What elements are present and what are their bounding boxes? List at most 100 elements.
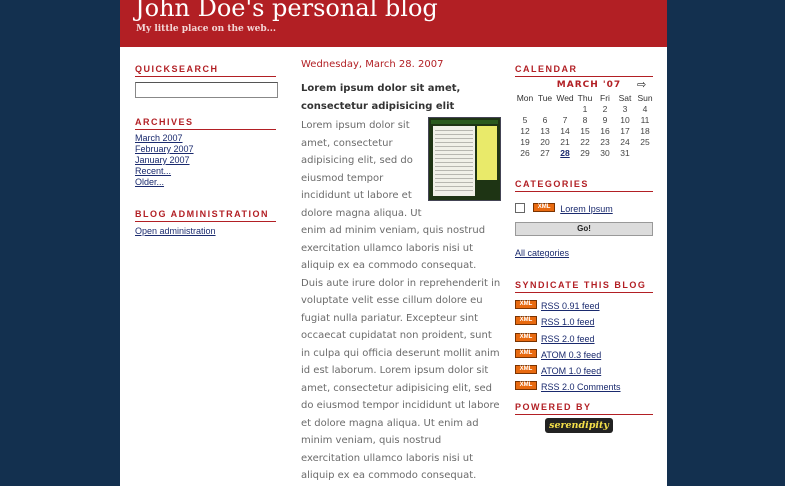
calendar-month: MARCH '07 (556, 80, 622, 90)
calendar-day: 14 (560, 125, 570, 136)
calendar-day-link[interactable]: 28 (555, 147, 575, 158)
calendar-day: 21 (560, 136, 570, 147)
thumbnail-sidebar (477, 126, 497, 180)
syndicate-feed-item: XML RSS 2.0 feed (515, 330, 621, 346)
calendar-weekday: Thu (577, 92, 593, 103)
calendar-day: 1 (582, 103, 588, 114)
archive-link-march-2007[interactable]: March 2007 (135, 133, 194, 144)
calendar-weekday: Wed (556, 92, 574, 103)
archives-list: March 2007 February 2007 January 2007 Re… (135, 133, 194, 188)
calendar-day: 16 (600, 125, 610, 136)
syndicate-feed-link[interactable]: RSS 1.0 feed (541, 317, 595, 327)
archive-link-recent[interactable]: Recent... (135, 166, 194, 177)
arrow-right-icon[interactable]: ⇨ (637, 78, 646, 91)
syndicate-list: XML RSS 0.91 feed XML RSS 1.0 feed XML RSS 2.… (515, 297, 621, 395)
syndicate-feed-link[interactable]: RSS 2.0 feed (541, 334, 595, 344)
entry-title[interactable]: Lorem ipsum dolor sit amet, consectetur … (301, 80, 501, 116)
calendar-day: 10 (620, 114, 630, 125)
calendar-grid: Mon Tue Wed Thu Fri Sat Sun 1 2 3 4 5 6 7 8 9 10 11 12 13 1… (515, 92, 655, 158)
syndicate-feed-item: XML ATOM 1.0 feed (515, 362, 621, 378)
calendar-day (515, 103, 535, 114)
calendar-day: 25 (640, 136, 650, 147)
calendar-day (535, 103, 555, 114)
calendar-day: 24 (620, 136, 630, 147)
calendar-day: 6 (542, 114, 548, 125)
calendar-day: 12 (520, 125, 530, 136)
calendar-day: 19 (520, 136, 530, 147)
calendar-day: 27 (540, 147, 550, 158)
archive-link-january-2007[interactable]: January 2007 (135, 155, 194, 166)
powered-by-heading: POWERED BY (515, 402, 653, 415)
xml-feed-icon[interactable]: XML (515, 332, 537, 342)
calendar-day: 2 (602, 103, 608, 114)
entry-body: Lorem ipsum dolor sit amet, consectetur … (301, 117, 501, 485)
calendar-heading: CALENDAR (515, 64, 653, 77)
syndicate-feed-item: XML RSS 2.0 Comments (515, 378, 621, 394)
category-link-lorem-ipsum[interactable]: Lorem Ipsum (560, 204, 613, 214)
syndicate-feed-item: XML ATOM 0.3 feed (515, 346, 621, 362)
blog-title[interactable]: John Doe's personal blog (135, 0, 438, 22)
calendar-weekday: Tue (537, 92, 553, 103)
quicksearch-heading: QUICKSEARCH (135, 64, 276, 77)
archives-heading: ARCHIVES (135, 117, 276, 130)
calendar-day: 4 (642, 103, 648, 114)
blog-header: John Doe's personal blog My little place… (120, 0, 667, 47)
calendar-day: 9 (602, 114, 608, 125)
syndicate-feed-link[interactable]: RSS 2.0 Comments (541, 382, 621, 392)
quicksearch-input[interactable] (135, 82, 278, 98)
syndicate-feed-item: XML RSS 0.91 feed (515, 297, 621, 313)
calendar-day: 22 (580, 136, 590, 147)
xml-feed-icon[interactable]: XML (515, 348, 537, 358)
calendar-day: 15 (580, 125, 590, 136)
calendar-day (555, 103, 575, 114)
calendar-day: 26 (520, 147, 530, 158)
all-categories-link[interactable]: All categories (515, 248, 569, 258)
calendar-day: 3 (622, 103, 628, 114)
thumbnail-header (431, 120, 498, 124)
calendar-day: 18 (640, 125, 650, 136)
calendar-day: 23 (600, 136, 610, 147)
archive-link-older[interactable]: Older... (135, 177, 194, 188)
archive-link-february-2007[interactable]: February 2007 (135, 144, 194, 155)
xml-feed-icon[interactable]: XML (515, 365, 537, 375)
syndicate-feed-item: XML RSS 1.0 feed (515, 313, 621, 329)
go-button[interactable]: Go! (515, 222, 653, 236)
calendar-weekday: Sun (637, 92, 653, 103)
calendar-day: 5 (522, 114, 528, 125)
calendar-day: 8 (582, 114, 588, 125)
category-item: XML Lorem Ipsum (515, 197, 613, 216)
syndicate-feed-link[interactable]: ATOM 1.0 feed (541, 366, 601, 376)
calendar-week: 5 6 7 8 9 10 11 (515, 114, 655, 125)
calendar-weekday: Fri (600, 92, 610, 103)
blog-description: My little place on the web... (136, 24, 277, 34)
syndicate-feed-link[interactable]: ATOM 0.3 feed (541, 350, 601, 360)
xml-feed-icon[interactable]: XML (515, 381, 537, 391)
syndicate-feed-link[interactable]: RSS 0.91 feed (541, 301, 600, 311)
page-content: John Doe's personal blog My little place… (120, 0, 667, 486)
entry-thumbnail-image[interactable] (428, 117, 501, 201)
calendar-week: 1 2 3 4 (515, 103, 655, 114)
open-administration-link[interactable]: Open administration (135, 226, 216, 236)
calendar-day: 31 (620, 147, 630, 158)
calendar-day: 13 (540, 125, 550, 136)
entry-date: Wednesday, March 28. 2007 (301, 59, 444, 70)
calendar-week: 12 13 14 15 16 17 18 (515, 125, 655, 136)
calendar-weekday: Sat (618, 92, 632, 103)
syndicate-heading: SYNDICATE THIS BLOG (515, 280, 653, 293)
calendar-weekday: Mon (516, 92, 534, 103)
xml-feed-icon[interactable]: XML (515, 316, 537, 326)
xml-feed-icon[interactable]: XML (515, 300, 537, 309)
calendar-day (635, 147, 655, 158)
calendar-day: 30 (600, 147, 610, 158)
categories-heading: CATEGORIES (515, 179, 653, 192)
category-checkbox[interactable] (515, 202, 525, 213)
calendar-day: 7 (562, 114, 568, 125)
calendar-day: 17 (620, 125, 630, 136)
calendar-day: 29 (580, 147, 590, 158)
calendar-week: 26 27 28 29 30 31 (515, 147, 655, 158)
thumbnail-text-area (433, 126, 475, 196)
calendar-day: 20 (540, 136, 550, 147)
serendipity-logo[interactable]: serendipity (545, 418, 613, 433)
xml-feed-icon[interactable]: XML (533, 203, 556, 212)
blog-admin-heading: BLOG ADMINISTRATION (135, 209, 276, 222)
